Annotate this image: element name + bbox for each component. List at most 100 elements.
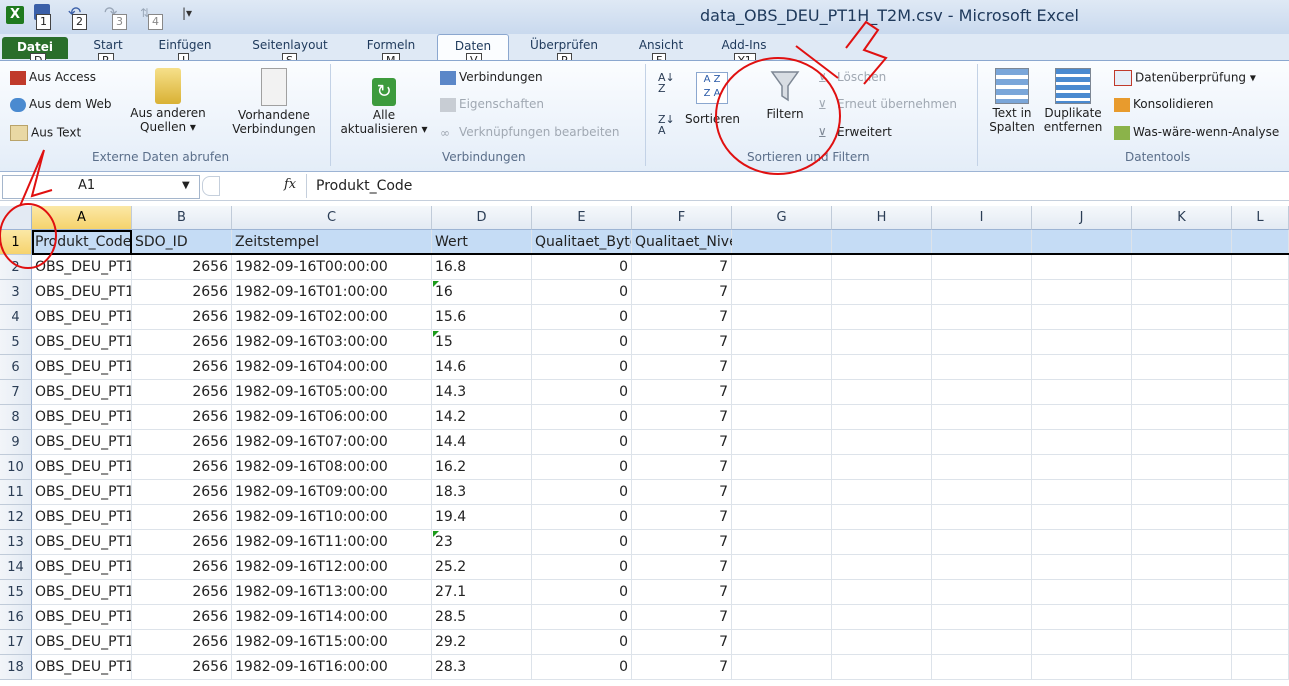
table-cell[interactable]: 2656 (132, 630, 232, 655)
duplikate-entfernen-button[interactable]: Duplikate entfernen (1040, 64, 1106, 134)
table-cell[interactable]: 7 (632, 430, 732, 455)
table-cell[interactable] (832, 555, 932, 580)
column-header-j[interactable]: J (1032, 206, 1132, 230)
table-cell[interactable] (1032, 255, 1132, 280)
table-cell[interactable]: 7 (632, 380, 732, 405)
header-cell[interactable] (732, 230, 832, 255)
table-cell[interactable] (732, 330, 832, 355)
table-cell[interactable]: 2656 (132, 305, 232, 330)
table-cell[interactable] (932, 455, 1032, 480)
table-cell[interactable]: OBS_DEU_PT1H_T2M (32, 605, 132, 630)
konsolidieren-button[interactable]: Konsolidieren (1114, 97, 1213, 112)
table-cell[interactable]: 0 (532, 355, 632, 380)
header-cell[interactable]: Qualitaet_Niveau (632, 230, 755, 255)
table-cell[interactable]: 16 (432, 280, 532, 305)
header-cell[interactable] (932, 230, 1032, 255)
table-cell[interactable]: 29.2 (432, 630, 532, 655)
table-cell[interactable]: 7 (632, 505, 732, 530)
table-cell[interactable]: 15 (432, 330, 532, 355)
table-cell[interactable] (1032, 655, 1132, 680)
table-cell[interactable] (1232, 380, 1289, 405)
table-cell[interactable] (1232, 480, 1289, 505)
table-cell[interactable]: 15.6 (432, 305, 532, 330)
table-cell[interactable] (732, 430, 832, 455)
table-cell[interactable]: OBS_DEU_PT1H_T2M (32, 255, 132, 280)
table-cell[interactable] (1232, 455, 1289, 480)
table-cell[interactable]: 14.2 (432, 405, 532, 430)
table-cell[interactable] (1232, 505, 1289, 530)
column-header-h[interactable]: H (832, 206, 932, 230)
sort-z-a-icon[interactable]: Z↓ A (658, 114, 675, 136)
table-cell[interactable]: 1982-09-16T06:00:00 (232, 405, 432, 430)
table-cell[interactable] (1032, 305, 1132, 330)
table-cell[interactable] (832, 480, 932, 505)
table-cell[interactable] (732, 505, 832, 530)
table-cell[interactable] (1232, 580, 1289, 605)
table-cell[interactable] (932, 255, 1032, 280)
table-cell[interactable] (1232, 655, 1289, 680)
row-header[interactable]: 14 (0, 555, 32, 580)
table-cell[interactable]: 16.8 (432, 255, 532, 280)
table-cell[interactable] (1232, 605, 1289, 630)
table-cell[interactable] (932, 280, 1032, 305)
table-cell[interactable] (832, 405, 932, 430)
table-cell[interactable]: 1982-09-16T08:00:00 (232, 455, 432, 480)
table-cell[interactable] (732, 405, 832, 430)
was-waere-wenn-button[interactable]: Was-wäre-wenn-Analyse (1114, 125, 1289, 140)
row-header[interactable]: 1 (0, 230, 32, 255)
table-cell[interactable] (1032, 405, 1132, 430)
formula-bar-grip-icon[interactable] (202, 176, 220, 196)
table-cell[interactable] (932, 355, 1032, 380)
table-cell[interactable]: 2656 (132, 480, 232, 505)
row-header[interactable]: 10 (0, 455, 32, 480)
table-cell[interactable]: 0 (532, 455, 632, 480)
select-all-button[interactable] (0, 206, 32, 230)
column-header-k[interactable]: K (1132, 206, 1232, 230)
table-cell[interactable] (1032, 605, 1132, 630)
table-cell[interactable]: OBS_DEU_PT1H_T2M (32, 555, 132, 580)
table-cell[interactable] (832, 655, 932, 680)
name-box[interactable] (2, 175, 200, 199)
erweitert-button[interactable]: ⊻ Erweitert (818, 125, 892, 140)
row-header[interactable]: 5 (0, 330, 32, 355)
table-cell[interactable]: 7 (632, 555, 732, 580)
table-cell[interactable] (1132, 655, 1232, 680)
table-cell[interactable] (732, 555, 832, 580)
table-cell[interactable]: 7 (632, 480, 732, 505)
table-cell[interactable]: 7 (632, 455, 732, 480)
table-cell[interactable]: 23 (432, 530, 532, 555)
aus-text-button[interactable]: Aus Text (10, 125, 81, 141)
column-header-c[interactable]: C (232, 206, 432, 230)
table-cell[interactable]: 7 (632, 405, 732, 430)
table-cell[interactable] (932, 630, 1032, 655)
row-header[interactable]: 4 (0, 305, 32, 330)
table-cell[interactable] (1032, 505, 1132, 530)
column-header-d[interactable]: D (432, 206, 532, 230)
column-header-g[interactable]: G (732, 206, 832, 230)
table-cell[interactable]: OBS_DEU_PT1H_T2M (32, 580, 132, 605)
table-cell[interactable] (832, 280, 932, 305)
table-cell[interactable]: 2656 (132, 530, 232, 555)
table-cell[interactable]: 0 (532, 655, 632, 680)
loeschen-button[interactable]: ⊻ Löschen (818, 70, 886, 85)
table-cell[interactable] (1132, 430, 1232, 455)
table-cell[interactable]: 25.2 (432, 555, 532, 580)
table-cell[interactable] (1232, 255, 1289, 280)
table-cell[interactable]: 27.1 (432, 580, 532, 605)
table-cell[interactable] (732, 280, 832, 305)
table-cell[interactable] (832, 580, 932, 605)
table-cell[interactable]: 18.3 (432, 480, 532, 505)
table-cell[interactable] (932, 305, 1032, 330)
table-cell[interactable]: 2656 (132, 555, 232, 580)
table-cell[interactable]: OBS_DEU_PT1H_T2M (32, 280, 132, 305)
table-cell[interactable] (1232, 530, 1289, 555)
customize-qat-icon[interactable]: |▾ (182, 6, 192, 20)
table-cell[interactable] (732, 480, 832, 505)
table-cell[interactable]: 2656 (132, 455, 232, 480)
table-cell[interactable]: 7 (632, 280, 732, 305)
table-cell[interactable]: 2656 (132, 430, 232, 455)
row-header[interactable]: 3 (0, 280, 32, 305)
header-cell[interactable] (1032, 230, 1132, 255)
eigenschaften-button[interactable]: Eigenschaften (440, 97, 544, 112)
row-header[interactable]: 15 (0, 580, 32, 605)
